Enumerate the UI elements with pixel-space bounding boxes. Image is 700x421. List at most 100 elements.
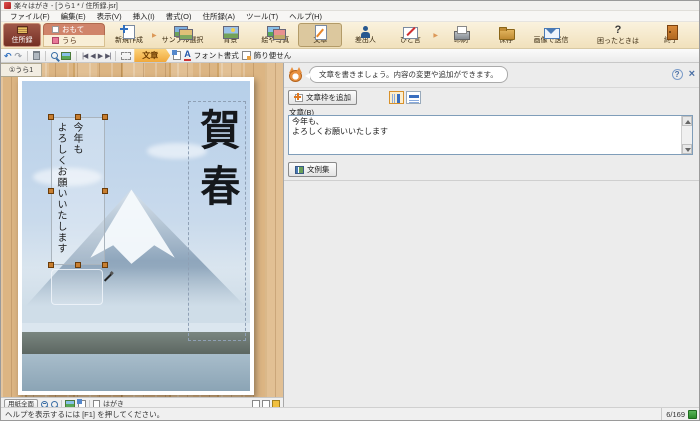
comment-button[interactable]: ひと言 <box>388 23 432 47</box>
photos-button[interactable]: 絵や写真 <box>253 23 297 47</box>
exit-button[interactable]: 終了 <box>649 23 693 47</box>
menu-help[interactable]: ヘルプ(H) <box>284 11 327 22</box>
resize-handle[interactable] <box>75 262 81 268</box>
scroll-up-icon[interactable] <box>682 116 692 126</box>
resize-handle[interactable] <box>102 114 108 120</box>
send-image-icon <box>542 25 561 35</box>
window-title: 楽々はがき - [うら1 * / 住所録.jsr] <box>14 1 118 11</box>
resize-handle[interactable] <box>48 262 54 268</box>
menu-format[interactable]: 書式(O) <box>161 11 197 22</box>
text-tool-button[interactable]: 文章 <box>298 23 342 47</box>
guide-row: 文章を書きましょう。内容の変更や追加ができます。 ? × <box>284 65 699 84</box>
text-input[interactable]: 今年も、 よろしくお願いいたします <box>289 116 681 154</box>
greeting-text-frame[interactable]: 賀春 <box>188 101 246 341</box>
postcard-preview[interactable]: 賀春 今年も よろしくお願いいたします <box>18 77 254 395</box>
canvas-panel: ①うら1 賀春 今年も よろしくお願いいたします <box>1 63 283 410</box>
resize-handle[interactable] <box>48 114 54 120</box>
empty-text-frame[interactable] <box>51 269 103 305</box>
scroll-down-icon[interactable] <box>682 144 692 154</box>
page-indicator: 6/169 <box>666 410 685 419</box>
panel-divider <box>284 87 699 88</box>
address-book-button[interactable]: 住所録 <box>3 23 41 47</box>
exit-door-icon <box>662 25 681 35</box>
main-toolbar: 住所録 おもて うら 新規作成 ▶ サンプル選択 背 <box>1 22 699 49</box>
orientation-toggles <box>389 91 421 104</box>
find-icon[interactable] <box>51 52 58 59</box>
comment-icon <box>401 25 420 35</box>
stationery-button[interactable]: 飾り便せん <box>254 50 292 61</box>
address-book-icon <box>17 26 28 34</box>
save-button[interactable]: 保存 <box>484 23 528 47</box>
background-icon <box>221 25 240 35</box>
send-image-button[interactable]: 画像で送信 <box>529 23 573 47</box>
edit-toolbar: ↶ ↷ |◀ ◀ ▶ ▶| 文章 A フォント書式 飾り便せん <box>1 49 699 63</box>
phrase-examples-label: 文例集 <box>307 164 330 175</box>
menu-insert[interactable]: 挿入(I) <box>128 11 160 22</box>
nav-next-icon[interactable]: ▶ <box>98 52 102 60</box>
greeting-calligraphy: 賀春 <box>188 108 246 340</box>
group-arrow-icon: ▶ <box>433 32 438 39</box>
help-question-icon: ? <box>615 24 622 36</box>
delete-icon[interactable] <box>33 51 40 60</box>
selected-text-frame[interactable]: 今年も よろしくお願いいたします <box>51 117 105 265</box>
help-label: 困ったときは <box>597 36 639 46</box>
tab-front[interactable]: おもて <box>43 23 105 35</box>
add-text-frame-button[interactable]: 文章枠を追加 <box>288 90 357 105</box>
toolbar-separator <box>27 51 28 61</box>
image-list-icon[interactable] <box>61 52 71 60</box>
scrollbar[interactable] <box>681 116 692 154</box>
menu-view[interactable]: 表示(V) <box>92 11 127 22</box>
menu-tools[interactable]: ツール(T) <box>241 11 283 22</box>
back-page-icon <box>52 37 59 44</box>
menu-bar: ファイル(F) 編集(E) 表示(V) 挿入(I) 書式(O) 住所録(A) ツ… <box>1 11 699 22</box>
content-area: ①うら1 賀春 今年も よろしくお願いいたします <box>1 63 699 410</box>
panel-close-icon[interactable]: × <box>689 69 695 80</box>
undo-icon[interactable]: ↶ <box>4 51 12 61</box>
group-arrow-icon: ▶ <box>152 32 157 39</box>
background-button[interactable]: 背景 <box>208 23 252 47</box>
font-format-button[interactable]: フォント書式 <box>194 50 239 61</box>
ribbon-right: ? 困ったときは 終了 <box>593 23 697 47</box>
nav-first-icon[interactable]: |◀ <box>82 52 87 60</box>
nav-last-icon[interactable]: ▶| <box>105 52 110 60</box>
status-bar: ヘルプを表示するには [F1] を押してください。 6/169 <box>1 407 700 420</box>
stationery-icon <box>242 51 251 60</box>
toolbar-separator <box>76 51 77 61</box>
resize-handle[interactable] <box>48 188 54 194</box>
status-help-text: ヘルプを表示するには [F1] を押してください。 <box>1 409 661 420</box>
menu-edit[interactable]: 編集(E) <box>56 11 91 22</box>
vertical-text-toggle[interactable] <box>389 91 404 104</box>
phrase-examples-button[interactable]: 文例集 <box>288 162 337 177</box>
help-button[interactable]: ? 困ったときは <box>593 23 643 47</box>
phrase-book-icon <box>295 166 304 174</box>
new-document-button[interactable]: 新規作成 <box>107 23 151 47</box>
text-edit-panel: 文章を書きましょう。内容の変更や追加ができます。 ? × 文章枠を追加 文章(B… <box>283 63 699 410</box>
mascot-face <box>289 70 302 82</box>
title-bar: 楽々はがき - [うら1 * / 住所録.jsr] <box>1 1 699 11</box>
sample-select-icon <box>173 25 192 35</box>
resize-handle[interactable] <box>102 262 108 268</box>
mode-chip-text: 文章 <box>134 49 170 62</box>
sender-button[interactable]: 差出人 <box>343 23 387 47</box>
resize-handle[interactable] <box>75 114 81 120</box>
redo-icon[interactable]: ↷ <box>15 51 23 61</box>
selection-frame-icon[interactable] <box>121 52 131 60</box>
new-document-icon <box>120 25 139 35</box>
text-tool-icon <box>311 25 330 35</box>
mascot-icon <box>288 67 303 82</box>
paste-icon[interactable] <box>173 51 181 60</box>
print-button[interactable]: 印刷 <box>439 23 483 47</box>
panel-help-icon[interactable]: ? <box>672 69 683 80</box>
resize-handle[interactable] <box>102 188 108 194</box>
tab-back[interactable]: うら <box>43 35 105 47</box>
sample-select-button[interactable]: サンプル選択 <box>158 23 208 47</box>
menu-addressbook[interactable]: 住所録(A) <box>198 11 241 22</box>
menu-file[interactable]: ファイル(F) <box>5 11 55 22</box>
horizontal-text-toggle[interactable] <box>406 91 421 104</box>
panel-controls: ? × <box>672 69 695 80</box>
photos-icon <box>266 25 285 35</box>
nav-prev-icon[interactable]: ◀ <box>90 52 94 60</box>
page-tab[interactable]: ①うら1 <box>1 63 42 77</box>
status-green-icon <box>688 410 697 419</box>
sender-icon <box>356 25 375 35</box>
